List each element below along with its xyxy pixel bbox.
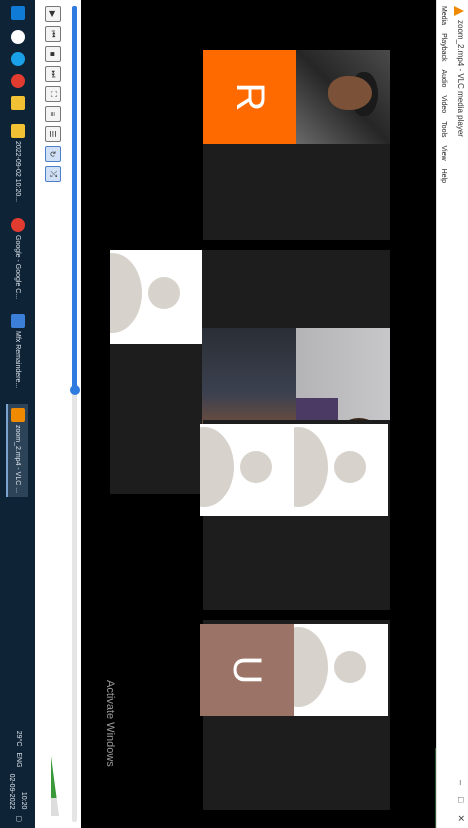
participant-group-1: R xyxy=(203,50,390,240)
person-icon-body xyxy=(110,253,142,333)
play-icon[interactable]: ▶ xyxy=(45,6,61,22)
participant-group-4: U xyxy=(200,620,390,810)
person-icon-body xyxy=(294,427,328,507)
stop-icon[interactable]: ■ xyxy=(45,46,61,62)
folder-icon xyxy=(11,124,25,138)
participant-avatar-r: R xyxy=(203,50,296,144)
taskbar-app-edge[interactable] xyxy=(8,52,28,66)
minimize-button[interactable]: – xyxy=(455,780,466,785)
taskbar-item-label: 2022-09-02 10:20... xyxy=(14,141,22,203)
participant-photo xyxy=(296,50,390,144)
edge-icon xyxy=(11,52,25,66)
clock[interactable]: 10:20 02-09-2022 xyxy=(7,774,31,810)
taskbar-item-label: zoom_2.mp4 - VLC ... xyxy=(14,425,22,494)
vlc-cone-icon xyxy=(454,6,464,16)
menu-media[interactable]: Media xyxy=(437,6,450,25)
menu-playback[interactable]: Playback xyxy=(437,33,450,61)
menu-bar: Media Playback Audio Video Tools View He… xyxy=(436,0,450,828)
chrome-icon xyxy=(11,74,25,88)
loop-icon[interactable]: ↻ xyxy=(45,146,61,162)
extended-settings-icon[interactable]: ≡ xyxy=(45,106,61,122)
person-icon xyxy=(334,451,366,483)
participant-placeholder xyxy=(294,424,388,516)
file-explorer-icon xyxy=(11,96,25,110)
person-icon xyxy=(240,451,272,483)
activate-windows-watermark: Activate Windows xyxy=(104,680,116,767)
playlist-icon[interactable]: ☰ xyxy=(45,126,61,142)
close-button[interactable]: ✕ xyxy=(455,814,466,822)
menu-view[interactable]: View xyxy=(437,146,450,161)
seek-bar-fill xyxy=(72,6,77,390)
participant-placeholder xyxy=(110,250,202,344)
window-controls: – □ ✕ xyxy=(455,780,466,822)
participant-avatar-u: U xyxy=(200,624,294,716)
participant-initial: U xyxy=(225,655,270,685)
taskbar-item-label: Mfx Remaindere... xyxy=(14,331,22,389)
taskbar-item-label: Google - Google C... xyxy=(14,235,22,300)
document-icon xyxy=(11,314,25,328)
language-indicator[interactable]: ENG xyxy=(16,752,23,767)
participant-placeholder xyxy=(294,624,388,716)
system-tray: 29°C ENG 10:20 02-09-2022 ▢ xyxy=(7,731,31,822)
volume-slider[interactable] xyxy=(51,756,59,816)
menu-video[interactable]: Video xyxy=(437,95,450,113)
next-icon[interactable]: ⏭ xyxy=(45,66,61,82)
taskbar-item-4[interactable]: zoom_2.mp4 - VLC ... xyxy=(6,404,28,498)
start-button[interactable] xyxy=(8,6,28,20)
video-area[interactable]: R U Activate Windows xyxy=(81,0,436,828)
title-bar: zoom_2.mp4 - VLC media player – □ ✕ xyxy=(450,0,468,828)
photo-face xyxy=(328,76,372,110)
participant-placeholder xyxy=(200,424,294,516)
taskbar-app-explorer[interactable] xyxy=(8,96,28,110)
windows-start-icon xyxy=(11,6,25,20)
participant-initial: R xyxy=(228,82,272,112)
weather-temp[interactable]: 29°C xyxy=(16,731,23,747)
search-button[interactable] xyxy=(8,30,28,44)
previous-icon[interactable]: ⏮ xyxy=(45,26,61,42)
taskbar-item-2[interactable]: Google - Google C... xyxy=(8,218,28,299)
search-icon xyxy=(11,30,25,44)
menu-help[interactable]: Help xyxy=(437,169,450,183)
person-icon xyxy=(148,277,180,309)
shuffle-icon[interactable]: ⤮ xyxy=(45,166,61,182)
taskbar-item-1[interactable]: 2022-09-02 10:20... xyxy=(8,124,28,202)
taskbar-item-3[interactable]: Mfx Remaindere... xyxy=(8,314,28,388)
player-controls: ▶ ⏮ ■ ⏭ ⛶ ≡ ☰ ↻ ⤮ xyxy=(35,0,81,828)
seek-bar[interactable] xyxy=(70,6,80,822)
taskbar-app-chrome[interactable] xyxy=(8,74,28,88)
clock-time: 10:20 xyxy=(20,791,27,810)
person-icon xyxy=(334,651,366,683)
rotated-desktop: zoom_2.mp4 - VLC media player – □ ✕ Medi… xyxy=(0,0,468,828)
chrome-icon xyxy=(11,218,25,232)
person-icon-body xyxy=(200,427,234,507)
vlc-cone-icon xyxy=(11,408,25,422)
menu-audio[interactable]: Audio xyxy=(437,69,450,87)
fullscreen-icon[interactable]: ⛶ xyxy=(45,86,61,102)
person-icon-body xyxy=(294,627,328,707)
maximize-button[interactable]: □ xyxy=(455,797,466,802)
control-buttons: ▶ ⏮ ■ ⏭ ⛶ ≡ ☰ ↻ ⤮ xyxy=(45,6,61,182)
menu-tools[interactable]: Tools xyxy=(437,121,450,137)
notification-icon[interactable]: ▢ xyxy=(15,815,23,822)
gallery-header-line xyxy=(435,748,436,828)
windows-taskbar: 2022-09-02 10:20... Google - Google C...… xyxy=(0,0,35,828)
window-title: zoom_2.mp4 - VLC media player xyxy=(456,20,465,137)
participant-group-3 xyxy=(200,420,390,610)
seek-knob[interactable] xyxy=(70,384,80,395)
clock-date: 02-09-2022 xyxy=(8,773,15,810)
